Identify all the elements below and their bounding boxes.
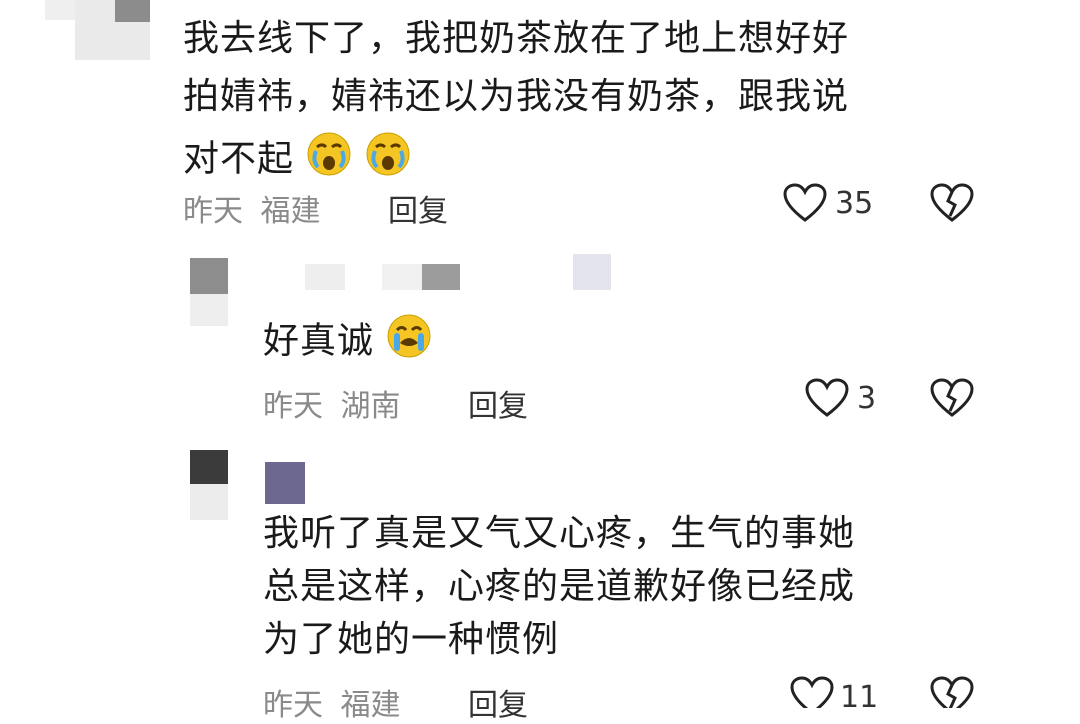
comment-text: 好真诚 bbox=[263, 313, 432, 372]
username-placeholder bbox=[305, 264, 345, 290]
like-count: 3 bbox=[857, 381, 877, 416]
comment-location: 福建 bbox=[340, 688, 401, 723]
comment-line: 拍婧祎，婧祎还以为我没有奶茶，跟我说 bbox=[183, 76, 850, 117]
comment-line: 我听了真是又气又心疼，生气的事她 bbox=[263, 513, 856, 554]
like-count: 35 bbox=[835, 186, 874, 221]
username-placeholder bbox=[265, 462, 305, 504]
comment-line: 对不起 bbox=[183, 138, 295, 180]
comment-date: 昨天 bbox=[183, 194, 243, 229]
broken-heart-icon[interactable] bbox=[930, 676, 974, 708]
avatar-placeholder bbox=[115, 0, 150, 22]
comment-line: 好真诚 bbox=[263, 320, 375, 362]
comment-date: 昨天 bbox=[263, 688, 323, 723]
crying-face-emoji bbox=[386, 313, 432, 372]
comment-line: 为了她的一种惯例 bbox=[263, 619, 560, 660]
crying-face-emoji bbox=[306, 131, 352, 190]
crying-face-emoji bbox=[365, 131, 411, 190]
comment-meta: 昨天 湖南 bbox=[263, 381, 401, 425]
comment-line: 我去线下了，我把奶茶放在了地上想好好 bbox=[183, 18, 850, 59]
heart-icon[interactable] bbox=[805, 378, 849, 418]
username-placeholder bbox=[422, 264, 460, 290]
comment-meta: 昨天 福建 bbox=[183, 186, 321, 230]
comment-location: 湖南 bbox=[340, 389, 401, 424]
reply-button[interactable]: 回复 bbox=[388, 186, 448, 230]
comment-text: 我去线下了，我把奶茶放在了地上想好好 拍婧祎，婧祎还以为我没有奶茶，跟我说 对不… bbox=[183, 15, 1003, 190]
comment-line: 总是这样，心疼的是道歉好像已经成 bbox=[263, 566, 856, 607]
broken-heart-icon[interactable] bbox=[930, 378, 974, 418]
avatar-placeholder[interactable] bbox=[190, 258, 228, 294]
avatar-placeholder[interactable] bbox=[190, 450, 228, 484]
avatar-placeholder bbox=[190, 484, 228, 520]
username-placeholder bbox=[382, 264, 422, 290]
comment-text: 我听了真是又气又心疼，生气的事她 总是这样，心疼的是道歉好像已经成 为了她的一种… bbox=[263, 510, 1023, 664]
reply-button[interactable]: 回复 bbox=[468, 381, 528, 425]
heart-icon[interactable] bbox=[790, 676, 834, 708]
username-placeholder bbox=[573, 254, 611, 290]
avatar-placeholder bbox=[45, 0, 75, 20]
avatar-placeholder bbox=[190, 294, 228, 326]
like-count: 11 bbox=[840, 680, 879, 715]
comment-location: 福建 bbox=[260, 194, 321, 229]
comment-date: 昨天 bbox=[263, 389, 323, 424]
comment-meta: 昨天 福建 bbox=[263, 680, 401, 724]
reply-button[interactable]: 回复 bbox=[468, 680, 528, 724]
broken-heart-icon[interactable] bbox=[930, 183, 974, 223]
heart-icon[interactable] bbox=[783, 183, 827, 223]
